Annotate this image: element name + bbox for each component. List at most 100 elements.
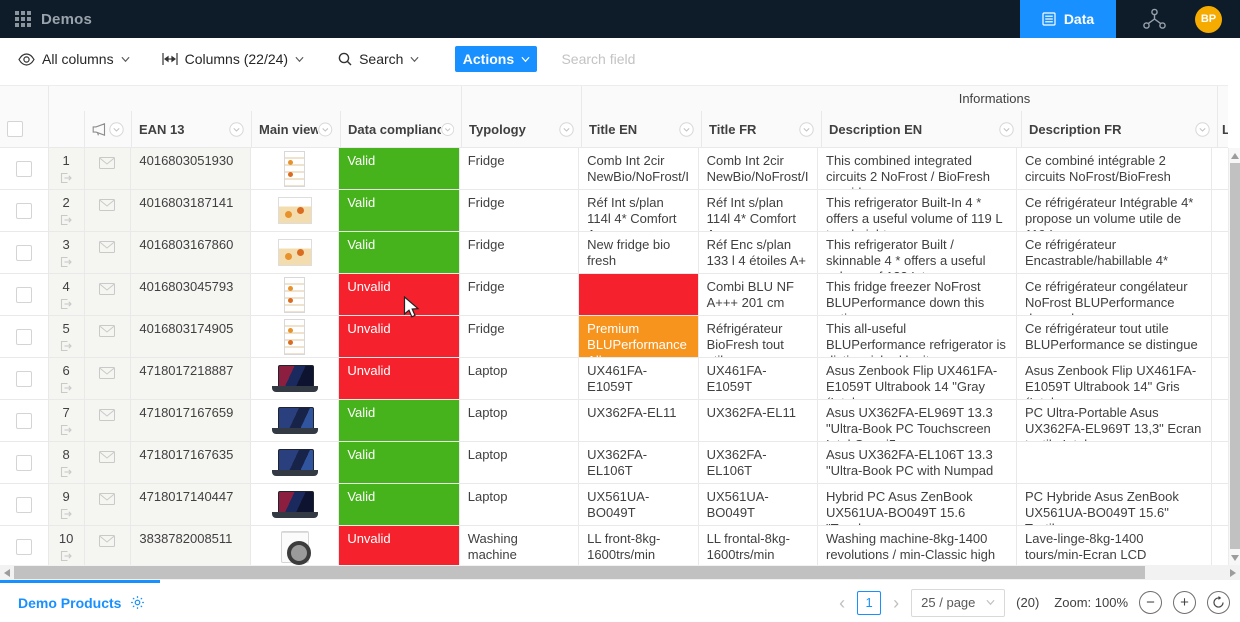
envelope-icon[interactable] [99, 325, 115, 337]
title-fr-cell[interactable]: UX362FA-EL11 [699, 400, 818, 441]
lifestyle-cell[interactable] [1212, 442, 1228, 483]
typology-cell[interactable]: Laptop [460, 484, 579, 525]
typology-cell[interactable]: Fridge [460, 316, 579, 357]
lifestyle-cell[interactable] [1212, 400, 1228, 441]
description-en-cell[interactable]: This combined integrated circuits 2 NoFr… [818, 148, 1017, 189]
column-header-typology[interactable]: Typology [469, 122, 526, 137]
column-header-title-fr[interactable]: Title FR [709, 122, 756, 137]
envelope-icon[interactable] [99, 157, 115, 169]
all-columns-dropdown[interactable]: All columns [18, 51, 130, 67]
columns-dropdown[interactable]: Columns (22/24) [162, 51, 305, 67]
envelope-icon[interactable] [99, 199, 115, 211]
column-header-lifestyle[interactable]: Lif [1222, 122, 1228, 137]
title-en-cell[interactable]: UX561UA-BO049T [579, 484, 698, 525]
row-checkbox[interactable] [16, 245, 32, 261]
tab-data[interactable]: Data [1020, 0, 1116, 38]
row-checkbox[interactable] [16, 539, 32, 555]
description-en-cell[interactable]: Asus UX362FA-EL106T 13.3 "Ultra-Book PC … [818, 442, 1017, 483]
description-fr-cell[interactable]: Ce réfrigérateur Encastrable/habillable … [1017, 232, 1212, 273]
actions-button[interactable]: Actions [455, 46, 537, 72]
description-fr-cell[interactable]: Ce réfrigérateur tout utile BLUPerforman… [1017, 316, 1212, 357]
title-en-cell[interactable]: New fridge bio fresh [579, 232, 698, 273]
table-row[interactable]: 6 4718017218887 Unvalid Laptop UX461FA-E… [0, 358, 1228, 400]
lifestyle-cell[interactable] [1212, 148, 1228, 189]
scroll-right-arrow[interactable] [1230, 569, 1236, 577]
scroll-down-arrow[interactable] [1231, 555, 1239, 561]
column-header-main-view[interactable]: Main view [259, 122, 318, 137]
filter-circle-icon[interactable] [229, 122, 244, 137]
filter-circle-icon[interactable] [999, 122, 1014, 137]
open-record-icon[interactable] [60, 172, 72, 184]
vertical-scrollbar[interactable] [1228, 148, 1240, 565]
zoom-out-button[interactable]: − [1139, 591, 1162, 614]
title-en-cell[interactable]: Réf Int s/plan 114l 4* Comfort A++ [579, 190, 698, 231]
main-view-cell[interactable] [251, 358, 340, 399]
envelope-icon[interactable] [99, 283, 115, 295]
title-en-cell[interactable]: UX362FA-EL106T [579, 442, 698, 483]
column-header-compliance[interactable]: Data compliance [348, 122, 441, 137]
typology-cell[interactable]: Laptop [460, 442, 579, 483]
envelope-icon[interactable] [99, 241, 115, 253]
open-record-icon[interactable] [60, 340, 72, 352]
main-view-cell[interactable] [251, 148, 340, 189]
ean-cell[interactable]: 4016803051930 [131, 148, 250, 189]
typology-cell[interactable]: Fridge [460, 190, 579, 231]
data-compliance-cell[interactable]: Valid [339, 442, 459, 483]
table-row[interactable]: 8 4718017167635 Valid Laptop UX362FA-EL1… [0, 442, 1228, 484]
typology-cell[interactable]: Laptop [460, 400, 579, 441]
table-row[interactable]: 10 3838782008511 Unvalid Washing machine… [0, 526, 1228, 565]
description-en-cell[interactable]: This refrigerator Built-In 4 * offers a … [818, 190, 1017, 231]
description-en-cell[interactable]: Hybrid PC Asus ZenBook UX561UA-BO049T 15… [818, 484, 1017, 525]
ean-cell[interactable]: 4718017140447 [131, 484, 250, 525]
title-fr-cell[interactable]: Réfrigérateur BioFresh tout utile [699, 316, 818, 357]
data-compliance-cell[interactable]: Valid [339, 484, 459, 525]
title-fr-cell[interactable]: Comb Int 2cir NewBio/NoFrost/Ice [699, 148, 818, 189]
open-record-icon[interactable] [60, 382, 72, 394]
row-checkbox[interactable] [16, 497, 32, 513]
row-checkbox[interactable] [16, 287, 32, 303]
table-row[interactable]: 3 4016803167860 Valid Fridge New fridge … [0, 232, 1228, 274]
typology-cell[interactable]: Laptop [460, 358, 579, 399]
envelope-icon[interactable] [99, 409, 115, 421]
scroll-up-arrow[interactable] [1231, 153, 1239, 159]
data-compliance-cell[interactable]: Unvalid [339, 274, 459, 315]
prev-page-button[interactable]: ‹ [838, 594, 846, 612]
open-record-icon[interactable] [60, 424, 72, 436]
horizontal-scrollbar[interactable] [0, 565, 1240, 580]
description-fr-cell[interactable]: Ce réfrigérateur Intégrable 4* propose u… [1017, 190, 1212, 231]
title-fr-cell[interactable]: LL frontal-8kg-1600trs/min [699, 526, 818, 565]
description-en-cell[interactable]: This all-useful BLUPerformance refrigera… [818, 316, 1017, 357]
lifestyle-cell[interactable] [1212, 316, 1228, 357]
filter-circle-icon[interactable] [109, 122, 124, 137]
open-record-icon[interactable] [60, 214, 72, 226]
lifestyle-cell[interactable] [1212, 232, 1228, 273]
data-compliance-cell[interactable]: Unvalid [339, 316, 459, 357]
data-compliance-cell[interactable]: Valid [339, 148, 459, 189]
main-view-cell[interactable] [251, 274, 340, 315]
filter-circle-icon[interactable] [1195, 122, 1210, 137]
envelope-icon[interactable] [99, 535, 115, 547]
envelope-icon[interactable] [99, 451, 115, 463]
typology-cell[interactable]: Fridge [460, 148, 579, 189]
description-fr-cell[interactable] [1017, 442, 1212, 483]
filter-circle-icon[interactable] [318, 122, 333, 137]
main-view-cell[interactable] [251, 400, 340, 441]
filter-circle-icon[interactable] [679, 122, 694, 137]
horizontal-scroll-thumb[interactable] [14, 566, 1145, 579]
open-record-icon[interactable] [60, 466, 72, 478]
main-view-cell[interactable] [251, 316, 340, 357]
table-row[interactable]: 4 4016803045793 Unvalid Fridge Combi BLU… [0, 274, 1228, 316]
ean-cell[interactable]: 4016803167860 [131, 232, 250, 273]
row-checkbox[interactable] [16, 203, 32, 219]
row-checkbox[interactable] [16, 161, 32, 177]
open-record-icon[interactable] [60, 508, 72, 520]
open-record-icon[interactable] [60, 256, 72, 268]
page-size-select[interactable]: 25 / page [911, 589, 1005, 617]
table-row[interactable]: 9 4718017140447 Valid Laptop UX561UA-BO0… [0, 484, 1228, 526]
title-fr-cell[interactable]: Réf Enc s/plan 133 l 4 étoiles A+ [699, 232, 818, 273]
title-fr-cell[interactable]: UX461FA-E1059T [699, 358, 818, 399]
search-input[interactable] [561, 51, 741, 67]
data-compliance-cell[interactable]: Valid [339, 400, 459, 441]
title-fr-cell[interactable]: Combi BLU NF A+++ 201 cm [699, 274, 818, 315]
description-fr-cell[interactable]: Asus Zenbook Flip UX461FA-E1059T Ultrabo… [1017, 358, 1212, 399]
